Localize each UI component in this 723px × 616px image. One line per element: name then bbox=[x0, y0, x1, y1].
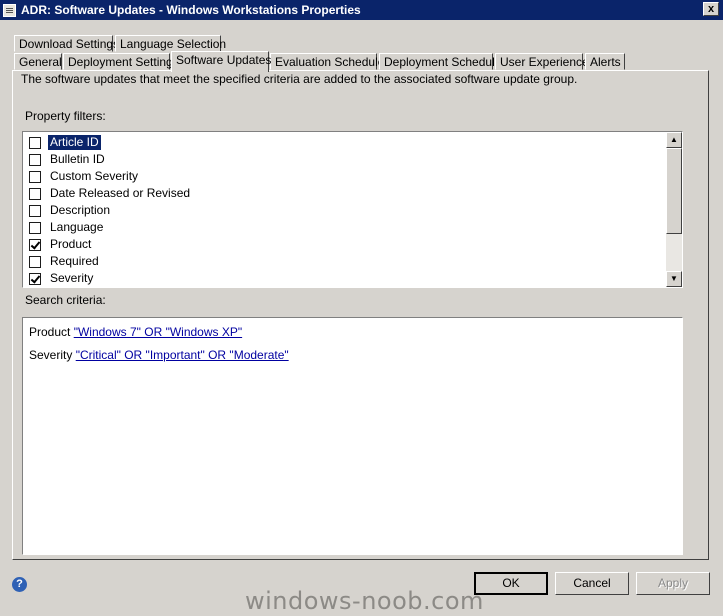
list-item-label: Language bbox=[50, 220, 104, 234]
criteria-field: Severity bbox=[29, 348, 73, 362]
panel-description: The software updates that meet the speci… bbox=[21, 72, 578, 86]
list-item-label: Article ID bbox=[47, 134, 102, 151]
checkbox-custom-severity[interactable] bbox=[29, 170, 41, 183]
tab-alerts[interactable]: Alerts bbox=[585, 53, 625, 70]
criteria-field: Product bbox=[29, 325, 71, 339]
tab-deployment-settings[interactable]: Deployment Settings bbox=[63, 53, 179, 70]
list-item[interactable]: Custom Severity bbox=[29, 168, 140, 185]
window-title: ADR: Software Updates - Windows Workstat… bbox=[21, 3, 361, 17]
list-item[interactable]: Severity bbox=[29, 270, 95, 287]
tab-deployment-schedule[interactable]: Deployment Schedule bbox=[379, 53, 501, 70]
checkbox-description[interactable] bbox=[29, 204, 41, 217]
list-scrollbar[interactable]: ▲ ▼ bbox=[666, 132, 682, 287]
property-filters-list[interactable]: Article ID Bulletin ID Custom Severity D… bbox=[22, 131, 683, 288]
tab-user-experience[interactable]: User Experience bbox=[495, 53, 589, 70]
checkbox-bulletin-id[interactable] bbox=[29, 153, 41, 166]
help-icon[interactable]: ? bbox=[12, 577, 27, 592]
list-item-label: Date Released or Revised bbox=[50, 186, 191, 200]
scroll-up-icon[interactable]: ▲ bbox=[666, 132, 682, 148]
list-item[interactable]: Description bbox=[29, 202, 112, 219]
search-criteria-label: Search criteria: bbox=[25, 293, 106, 307]
title-bar[interactable]: ADR: Software Updates - Windows Workstat… bbox=[0, 0, 723, 20]
cancel-button[interactable]: Cancel bbox=[555, 572, 629, 595]
apply-button[interactable]: Apply bbox=[636, 572, 710, 595]
list-item[interactable]: Date Released or Revised bbox=[29, 185, 192, 202]
list-item[interactable]: Bulletin ID bbox=[29, 151, 107, 168]
checkbox-severity[interactable] bbox=[29, 272, 41, 285]
search-criteria-box: Product "Windows 7" OR "Windows XP" Seve… bbox=[22, 317, 683, 555]
checkbox-article-id[interactable] bbox=[29, 136, 41, 149]
list-item[interactable]: Product bbox=[29, 236, 93, 253]
list-item-label: Bulletin ID bbox=[50, 152, 105, 166]
property-filters-label: Property filters: bbox=[25, 109, 106, 123]
tab-language-selection[interactable]: Language Selection bbox=[115, 35, 226, 52]
list-item-label: Severity bbox=[50, 271, 94, 285]
list-item-label: Required bbox=[50, 254, 99, 268]
list-item-label: Product bbox=[50, 237, 92, 251]
scroll-down-icon[interactable]: ▼ bbox=[666, 271, 682, 287]
watermark: windows-noob.com bbox=[245, 587, 484, 615]
tab-download-settings[interactable]: Download Settings bbox=[14, 35, 119, 52]
list-item[interactable]: Article ID bbox=[29, 134, 102, 151]
tab-general[interactable]: General bbox=[14, 53, 62, 70]
list-item-label: Description bbox=[50, 203, 111, 217]
list-item[interactable]: Required bbox=[29, 253, 101, 270]
list-item-label: Custom Severity bbox=[50, 169, 139, 183]
criteria-line-product: Product "Windows 7" OR "Windows XP" bbox=[29, 325, 242, 339]
checkbox-required[interactable] bbox=[29, 255, 41, 268]
tab-software-updates[interactable]: Software Updates bbox=[171, 51, 271, 72]
tab-evaluation-schedule[interactable]: Evaluation Schedule bbox=[270, 53, 384, 70]
list-item[interactable]: Language bbox=[29, 219, 105, 236]
checkbox-date-released[interactable] bbox=[29, 187, 41, 200]
ok-button[interactable]: OK bbox=[474, 572, 548, 595]
window-icon bbox=[3, 3, 16, 17]
criteria-line-severity: Severity "Critical" OR "Important" OR "M… bbox=[29, 348, 289, 362]
properties-dialog: ADR: Software Updates - Windows Workstat… bbox=[0, 0, 723, 616]
criteria-value-link[interactable]: "Critical" OR "Important" OR "Moderate" bbox=[76, 348, 289, 362]
checkbox-language[interactable] bbox=[29, 221, 41, 234]
close-button[interactable]: x bbox=[703, 2, 719, 16]
checkbox-product[interactable] bbox=[29, 238, 41, 251]
criteria-value-link[interactable]: "Windows 7" OR "Windows XP" bbox=[74, 325, 242, 339]
scroll-thumb[interactable] bbox=[666, 148, 682, 234]
